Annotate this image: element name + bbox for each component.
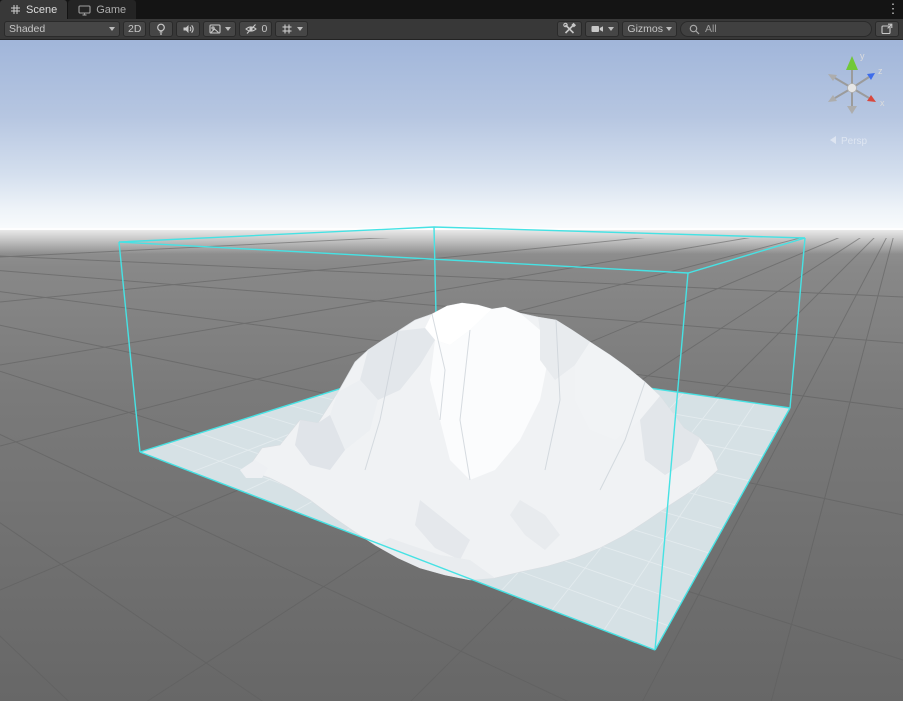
scene-search-input[interactable]	[705, 23, 845, 35]
gizmos-label: Gizmos	[627, 23, 663, 35]
chevron-down-icon	[608, 27, 614, 31]
scene-visibility-toggle[interactable]: 0	[239, 21, 272, 37]
scene-grid-icon	[10, 4, 21, 15]
axis-label-y: y	[860, 51, 865, 61]
camera-settings-dropdown[interactable]	[585, 21, 619, 37]
audio-toggle-button[interactable]	[176, 21, 200, 37]
tab-game-label: Game	[96, 4, 126, 16]
chevron-down-icon	[109, 27, 115, 31]
lightbulb-icon	[154, 22, 168, 36]
effects-dropdown[interactable]	[203, 21, 236, 37]
lighting-toggle-button[interactable]	[149, 21, 173, 37]
popout-button[interactable]	[875, 21, 899, 37]
eye-hidden-icon	[244, 22, 258, 36]
tab-scene[interactable]: Scene	[0, 0, 67, 19]
gizmo-center[interactable]	[848, 84, 857, 93]
grid-settings-dropdown[interactable]	[275, 21, 308, 37]
2d-toggle-button[interactable]: 2D	[123, 21, 146, 37]
camera-icon	[590, 22, 605, 36]
draw-mode-label: Shaded	[9, 23, 45, 35]
chevron-down-icon	[666, 27, 672, 31]
view-tabbar: Scene Game ⋮	[0, 0, 903, 19]
popout-window-icon	[880, 22, 894, 36]
speaker-icon	[181, 22, 195, 36]
game-icon	[78, 4, 91, 16]
tab-game[interactable]: Game	[68, 0, 136, 19]
tab-scene-label: Scene	[26, 4, 57, 16]
scene-view: y z x Persp	[0, 40, 903, 701]
gizmos-dropdown[interactable]: Gizmos	[622, 21, 677, 37]
chevron-down-icon	[297, 27, 303, 31]
projection-label: Persp	[841, 136, 868, 147]
scene-viewport[interactable]: y z x Persp	[0, 40, 903, 701]
hidden-count-label: 0	[261, 23, 267, 35]
search-icon	[688, 23, 701, 36]
2d-toggle-label: 2D	[128, 23, 141, 35]
wrench-hammer-icon	[562, 22, 577, 36]
kebab-menu-icon[interactable]: ⋮	[883, 0, 903, 19]
axis-label-z: z	[878, 66, 883, 76]
chevron-down-icon	[225, 27, 231, 31]
scene-toolbar: Shaded 2D	[0, 19, 903, 40]
axis-label-x: x	[880, 98, 885, 108]
draw-mode-dropdown[interactable]: Shaded	[4, 21, 120, 37]
effects-icon	[208, 22, 222, 36]
sky	[0, 40, 903, 232]
scene-search-field[interactable]	[680, 21, 872, 37]
grid-icon	[280, 22, 294, 36]
component-tools-button[interactable]	[557, 21, 582, 37]
